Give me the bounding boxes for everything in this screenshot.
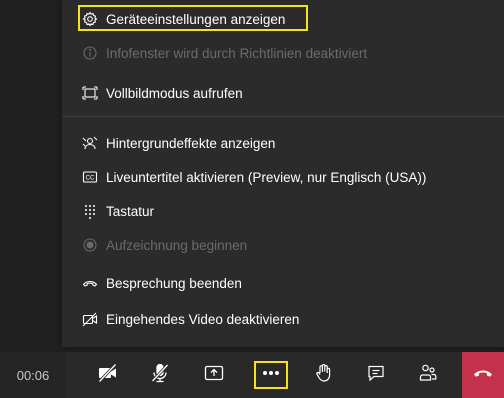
highlight-box — [78, 5, 308, 31]
call-timer: 00:06 — [0, 352, 66, 398]
menu-item-label: Besprechung beenden — [106, 275, 242, 291]
more-actions-menu: Geräteeinstellungen anzeigen Infofenster… — [62, 0, 504, 347]
menu-item-info-pane: Infofenster wird durch Richtlinien deakt… — [62, 36, 504, 70]
mic-off-icon — [149, 362, 171, 389]
hand-icon — [313, 362, 335, 389]
menu-divider — [62, 116, 504, 117]
menu-item-background-effects[interactable]: Hintergrundeffekte anzeigen — [62, 126, 504, 160]
raise-hand-button[interactable] — [304, 352, 344, 398]
menu-item-label: Tastatur — [106, 203, 155, 219]
menu-item-label: Eingehendes Video deaktivieren — [106, 311, 300, 327]
meeting-window: Geräteeinstellungen anzeigen Infofenster… — [0, 0, 504, 398]
share-icon — [203, 362, 225, 389]
menu-item-end-meeting[interactable]: Besprechung beenden — [62, 266, 504, 300]
menu-item-keypad[interactable]: Tastatur — [62, 194, 504, 228]
chat-button[interactable] — [356, 352, 396, 398]
menu-item-live-captions[interactable]: CC Liveuntertitel aktivieren (Preview, n… — [62, 160, 504, 194]
menu-item-label: Aufzeichnung beginnen — [106, 237, 248, 253]
menu-item-disable-incoming-video[interactable]: Eingehendes Video deaktivieren — [62, 302, 504, 336]
hang-up-button[interactable] — [462, 352, 504, 398]
mic-off-button[interactable] — [140, 352, 180, 398]
participants-button[interactable] — [408, 352, 448, 398]
closed-captions-icon: CC — [82, 169, 98, 185]
end-meeting-icon — [82, 275, 98, 291]
menu-item-label: Liveuntertitel aktivieren (Preview, nur … — [106, 169, 427, 185]
menu-item-label: Infofenster wird durch Richtlinien deakt… — [106, 45, 368, 61]
video-off-icon — [82, 311, 98, 327]
info-icon — [82, 45, 98, 61]
keypad-icon — [82, 203, 98, 219]
meeting-toolbar: 00:06 — [0, 352, 504, 398]
menu-item-label: Hintergrundeffekte anzeigen — [106, 135, 276, 151]
background-effects-icon — [82, 135, 98, 151]
phone-hangup-icon — [472, 362, 494, 389]
highlight-box — [254, 361, 288, 389]
record-icon — [82, 237, 98, 253]
participants-icon — [417, 362, 439, 389]
menu-item-start-recording: Aufzeichnung beginnen — [62, 228, 504, 262]
camera-off-button[interactable] — [88, 352, 128, 398]
share-button[interactable] — [194, 352, 234, 398]
svg-text:CC: CC — [86, 175, 95, 181]
chat-icon — [365, 362, 387, 389]
camera-off-icon — [97, 362, 119, 389]
fullscreen-icon — [82, 85, 98, 101]
menu-item-fullscreen[interactable]: Vollbildmodus aufrufen — [62, 76, 504, 110]
menu-item-label: Vollbildmodus aufrufen — [106, 85, 243, 101]
